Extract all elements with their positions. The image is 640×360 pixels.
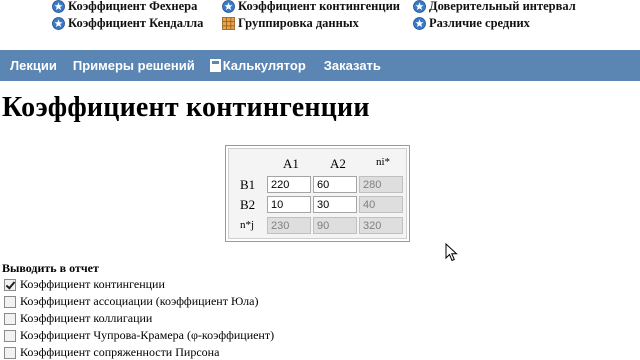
option-association[interactable]: Коэффициент ассоциации (коэффициент Юла)	[4, 294, 258, 309]
table-icon	[222, 16, 235, 30]
blue-star-icon	[52, 0, 65, 13]
option-colligation[interactable]: Коэффициент коллигации	[4, 311, 152, 326]
mouse-cursor-icon	[445, 243, 458, 262]
checkbox-unchecked[interactable]	[4, 295, 16, 308]
link-mean-difference[interactable]: Различие средних	[413, 15, 530, 31]
option-pearson[interactable]: Коэффициент сопряженности Пирсона	[4, 345, 219, 360]
contingency-table: A1 A2 ni* B1 220 60 280 B2 10 30 40 n*j …	[225, 145, 410, 242]
report-section-title: Выводить в отчет	[2, 261, 99, 275]
option-label: Коэффициент сопряженности Пирсона	[20, 345, 220, 359]
col-header-row-sum: ni*	[376, 156, 391, 168]
blue-star-icon	[52, 16, 65, 30]
cell-b1-a1[interactable]: 220	[267, 176, 311, 193]
blue-star-icon	[413, 16, 426, 30]
cell-total-a2: 90	[313, 217, 357, 234]
option-chuprov-cramer[interactable]: Коэффициент Чупрова-Крамера (φ-коэффицие…	[4, 328, 274, 343]
link-confidence-interval[interactable]: Доверительный интервал	[413, 0, 576, 14]
option-label: Коэффициент Чупрова-Крамера (φ-коэффицие…	[20, 328, 275, 342]
link-label: Коэффициент Кендалла	[68, 15, 204, 30]
checkbox-unchecked[interactable]	[4, 329, 16, 342]
calculator-icon	[209, 59, 221, 72]
nav-calculator-label: Калькулятор	[222, 58, 306, 73]
col-header-a2: A2	[330, 156, 346, 171]
cell-b2-a2[interactable]: 30	[313, 196, 357, 213]
nav-calculator[interactable]: Калькулятор	[209, 58, 306, 73]
col-header-a1: A1	[283, 156, 299, 171]
link-label: Группировка данных	[238, 15, 359, 30]
option-label: Коэффициент коллигации	[20, 311, 153, 325]
cell-total-a1: 230	[267, 217, 311, 234]
page-title: Коэффициент контингенции	[2, 92, 370, 123]
option-contingency[interactable]: Коэффициент контингенции	[4, 277, 165, 292]
cell-b2-sum: 40	[359, 196, 403, 213]
cell-b1-a2[interactable]: 60	[313, 176, 357, 193]
cell-total-sum: 320	[359, 217, 403, 234]
blue-star-icon	[413, 0, 426, 13]
link-label: Различие средних	[429, 15, 530, 30]
link-label: Коэффициент Фехнера	[68, 0, 198, 13]
link-label: Доверительный интервал	[429, 0, 576, 13]
table-panel: A1 A2 ni* B1 220 60 280 B2 10 30 40 n*j …	[228, 148, 407, 239]
row-label-b2: B2	[240, 197, 256, 212]
link-kendall[interactable]: Коэффициент Кендалла	[52, 15, 203, 31]
link-contingency[interactable]: Коэффициент контингенции	[222, 0, 400, 14]
row-label-totals: n*j	[240, 219, 255, 231]
option-label: Коэффициент ассоциации (коэффициент Юла)	[20, 294, 259, 308]
nav-order[interactable]: Заказать	[324, 58, 381, 73]
link-grouping[interactable]: Группировка данных	[222, 15, 359, 31]
link-fechner[interactable]: Коэффициент Фехнера	[52, 0, 197, 14]
main-nav: Лекции Примеры решений Калькулятор Заказ…	[0, 50, 640, 81]
top-links: Коэффициент Фехнера Коэффициент континге…	[0, 0, 640, 48]
checkbox-checked[interactable]	[4, 278, 16, 291]
checkbox-unchecked[interactable]	[4, 312, 16, 325]
row-label-b1: B1	[240, 177, 256, 192]
nav-examples[interactable]: Примеры решений	[73, 58, 195, 73]
link-label: Коэффициент контингенции	[238, 0, 400, 13]
blue-star-icon	[222, 0, 235, 13]
cell-b1-sum: 280	[359, 176, 403, 193]
option-label: Коэффициент контингенции	[20, 277, 165, 291]
checkbox-unchecked[interactable]	[4, 346, 16, 359]
nav-lectures[interactable]: Лекции	[10, 58, 57, 73]
cell-b2-a1[interactable]: 10	[267, 196, 311, 213]
